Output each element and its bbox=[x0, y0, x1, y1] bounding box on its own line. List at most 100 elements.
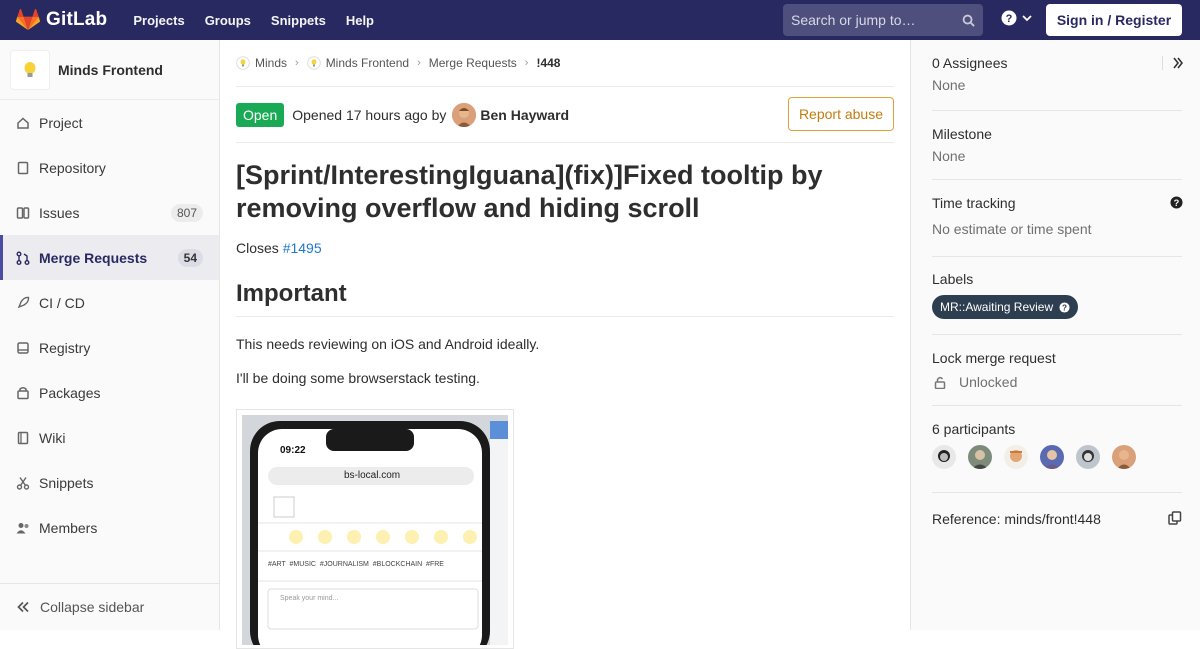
participants-list bbox=[932, 445, 1182, 469]
phone-mockup-image: 09:22 bs-local.com #ART #MUSIC #JOURNALI… bbox=[242, 415, 508, 645]
sidebar-item-label: Wiki bbox=[39, 429, 66, 446]
author-name[interactable]: Ben Hayward bbox=[480, 107, 569, 123]
breadcrumb-separator-icon: › bbox=[524, 57, 529, 69]
brand-name: GitLab bbox=[46, 9, 108, 30]
embedded-screenshot[interactable]: 09:22 bs-local.com #ART #MUSIC #JOURNALI… bbox=[236, 409, 514, 649]
merge-request-header: Open Opened 17 hours ago by Ben Hayward … bbox=[236, 87, 894, 143]
package-icon bbox=[16, 386, 30, 400]
users-icon bbox=[16, 521, 30, 535]
search-placeholder: Search or jump to… bbox=[791, 12, 916, 28]
milestone-block: Milestone None bbox=[932, 126, 1182, 180]
author-avatar[interactable] bbox=[452, 102, 477, 127]
sidebar-item-label: Issues bbox=[39, 204, 80, 221]
breadcrumb-item-merge-requests[interactable]: Merge Requests bbox=[429, 56, 517, 70]
issues-count-badge: 807 bbox=[170, 203, 203, 222]
report-abuse-button[interactable]: Report abuse bbox=[787, 97, 894, 131]
sidebar-item-merge-requests[interactable]: Merge Requests 54 bbox=[0, 235, 219, 280]
sidebar-item-label: Repository bbox=[39, 159, 106, 176]
opened-text: Opened 17 hours ago by bbox=[292, 106, 447, 123]
sidebar-item-label: Packages bbox=[39, 384, 101, 401]
sidebar-item-members[interactable]: Members bbox=[0, 505, 219, 550]
description-paragraph: This needs reviewing on iOS and Android … bbox=[236, 336, 540, 352]
closes-line: Closes #1495 bbox=[236, 240, 894, 256]
sidebar-item-label: Members bbox=[39, 519, 98, 536]
lock-open-icon bbox=[934, 376, 946, 389]
minds-group-icon bbox=[236, 56, 250, 70]
question-icon: ? bbox=[1001, 10, 1017, 26]
gitlab-logo[interactable]: GitLab bbox=[16, 9, 107, 31]
sidebar-item-packages[interactable]: Packages bbox=[0, 370, 219, 415]
sidebar-item-repository[interactable]: Repository bbox=[0, 145, 219, 190]
svg-text:?: ? bbox=[1062, 303, 1067, 312]
breadcrumb-label: Minds Frontend bbox=[325, 56, 410, 70]
participant-avatar[interactable] bbox=[1004, 445, 1028, 469]
question-circle-icon: ? bbox=[1059, 301, 1070, 313]
participant-avatar[interactable] bbox=[1040, 445, 1064, 469]
breadcrumb-current[interactable]: !448 bbox=[536, 56, 560, 70]
lock-block: Lock merge request Unlocked bbox=[932, 350, 1182, 406]
nav-link-projects[interactable]: Projects bbox=[133, 13, 184, 28]
description-paragraph: I'll be doing some browserstack testing. bbox=[236, 370, 480, 386]
home-icon bbox=[16, 116, 30, 130]
breadcrumb: Minds › Minds Frontend › Merge Requests … bbox=[236, 40, 894, 87]
issues-icon bbox=[16, 206, 30, 220]
sign-in-button[interactable]: Sign in / Register bbox=[1046, 4, 1182, 36]
search-icon bbox=[962, 14, 975, 27]
sidebar-item-wiki[interactable]: Wiki bbox=[0, 415, 219, 460]
minds-project-icon bbox=[306, 56, 321, 70]
collapse-sidebar-label: Collapse sidebar bbox=[40, 599, 145, 615]
search-input[interactable]: Search or jump to… bbox=[783, 4, 983, 36]
time-tracking-value: No estimate or time spent bbox=[932, 221, 1092, 237]
label-pill-text: MR::Awaiting Review bbox=[940, 300, 1054, 314]
lock-value: Unlocked bbox=[959, 374, 1018, 390]
project-header[interactable]: Minds Frontend bbox=[0, 40, 219, 100]
issue-link[interactable]: #1495 bbox=[283, 240, 322, 256]
right-sidebar: 0 Assignees None Milestone None Time tra… bbox=[910, 40, 1200, 630]
sidebar-item-registry[interactable]: Registry bbox=[0, 325, 219, 370]
lock-value-row: Unlocked bbox=[932, 374, 1182, 390]
breadcrumb-item-minds-frontend[interactable]: Minds Frontend bbox=[306, 56, 410, 70]
participant-avatar[interactable] bbox=[932, 445, 956, 469]
top-navbar: GitLab Projects Groups Snippets Help Sea… bbox=[0, 0, 1200, 40]
gitlab-tanuki-icon bbox=[16, 9, 40, 30]
sidebar-item-label: Project bbox=[39, 114, 83, 131]
phone-composer: Speak your mind... bbox=[280, 595, 339, 602]
main-content: Minds › Minds Frontend › Merge Requests … bbox=[236, 40, 894, 649]
reference-label: Reference: minds/front!448 bbox=[932, 511, 1101, 527]
project-name: Minds Frontend bbox=[58, 61, 163, 78]
labels-block: Labels MR::Awaiting Review ? bbox=[932, 271, 1182, 335]
sidebar-item-issues[interactable]: Issues 807 bbox=[0, 190, 219, 235]
participants-block: 6 participants bbox=[932, 421, 1182, 493]
label-pill-awaiting-review[interactable]: MR::Awaiting Review ? bbox=[932, 295, 1079, 319]
rocket-icon bbox=[16, 296, 30, 310]
sidebar-item-project[interactable]: Project bbox=[0, 100, 219, 145]
participant-avatar[interactable] bbox=[1112, 445, 1136, 469]
nav-link-help[interactable]: Help bbox=[346, 13, 374, 28]
collapse-sidebar-button[interactable]: Collapse sidebar bbox=[0, 583, 219, 630]
phone-time: 09:22 bbox=[280, 445, 306, 456]
project-avatar bbox=[10, 49, 50, 90]
reference-block: Reference: minds/front!448 bbox=[932, 511, 1182, 529]
book-icon bbox=[16, 431, 30, 445]
doc-icon bbox=[16, 161, 30, 175]
closes-prefix: Closes bbox=[236, 240, 279, 256]
question-circle-icon[interactable]: ? bbox=[1170, 196, 1183, 209]
sidebar-item-snippets[interactable]: Snippets bbox=[0, 460, 219, 505]
sidebar-item-ci-cd[interactable]: CI / CD bbox=[0, 280, 219, 325]
sidebar-item-label: Snippets bbox=[39, 474, 94, 491]
merge-icon bbox=[16, 251, 30, 265]
assignees-block: 0 Assignees None bbox=[932, 55, 1182, 111]
sidebar-item-label: Registry bbox=[39, 339, 91, 356]
time-tracking-block: Time tracking ? No estimate or time spen… bbox=[932, 195, 1183, 257]
milestone-label: Milestone bbox=[932, 126, 992, 142]
double-chevron-left-icon bbox=[17, 601, 29, 613]
copy-icon[interactable] bbox=[1168, 511, 1182, 525]
nav-link-groups[interactable]: Groups bbox=[205, 13, 251, 28]
help-dropdown[interactable]: ? bbox=[1001, 10, 1033, 26]
participant-avatar[interactable] bbox=[968, 445, 992, 469]
breadcrumb-item-minds[interactable]: Minds bbox=[236, 56, 287, 70]
left-sidebar: Minds Frontend Project Repository Issues… bbox=[0, 40, 220, 630]
participant-avatar[interactable] bbox=[1076, 445, 1100, 469]
participants-label: 6 participants bbox=[932, 421, 1016, 437]
nav-link-snippets[interactable]: Snippets bbox=[271, 13, 326, 28]
